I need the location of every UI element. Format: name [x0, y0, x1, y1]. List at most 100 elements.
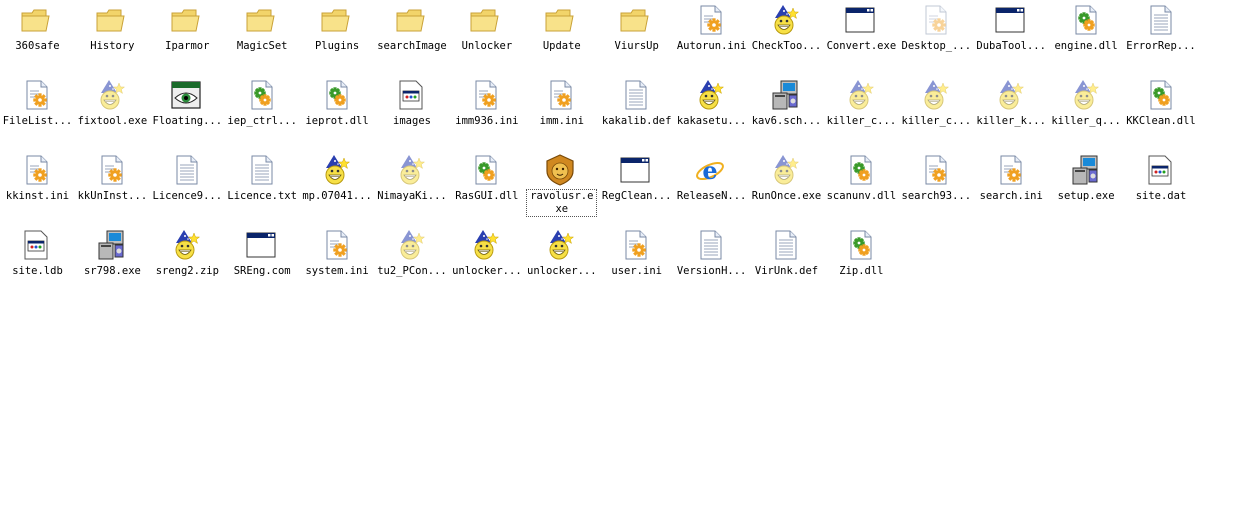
file-item[interactable]: mp.07041...: [300, 154, 375, 224]
file-item[interactable]: search93...: [899, 154, 974, 224]
file-item-label: 360safe: [15, 40, 60, 52]
text-file-icon: [1144, 4, 1176, 36]
file-item-label: Convert.exe: [826, 40, 897, 52]
file-item[interactable]: RasGUI.dll: [449, 154, 524, 224]
file-item[interactable]: ravolusr.exe: [524, 154, 599, 224]
file-item[interactable]: Licence.txt: [225, 154, 300, 224]
file-item[interactable]: killer_k...: [974, 79, 1049, 149]
file-item[interactable]: kkUnInst...: [75, 154, 150, 224]
file-item[interactable]: 360safe: [0, 4, 75, 74]
file-item[interactable]: search.ini: [974, 154, 1049, 224]
file-item[interactable]: ErrorRep...: [1124, 4, 1199, 74]
file-item-label: Iparmor: [165, 40, 210, 52]
file-item[interactable]: Zip.dll: [824, 229, 899, 299]
file-item-label: scanunv.dll: [826, 190, 897, 202]
folder-icon: [619, 4, 651, 36]
settings-file-icon: [619, 229, 651, 261]
file-item[interactable]: kakalib.def: [599, 79, 674, 149]
file-item[interactable]: VirUnk.def: [749, 229, 824, 299]
file-item[interactable]: Licence9...: [150, 154, 225, 224]
file-item[interactable]: imm936.ini: [449, 79, 524, 149]
file-item[interactable]: killer_c...: [899, 79, 974, 149]
installer-icon: [1069, 154, 1101, 186]
dll-icon: [1069, 4, 1101, 36]
file-item[interactable]: KKClean.dll: [1124, 79, 1199, 149]
file-item[interactable]: DubaTool...: [974, 4, 1049, 74]
file-item[interactable]: kakasetu...: [674, 79, 749, 149]
file-item-label: setup.exe: [1057, 190, 1115, 202]
file-item-label: user.ini: [611, 265, 662, 277]
file-item[interactable]: Plugins: [300, 4, 375, 74]
file-item[interactable]: sreng2.zip: [150, 229, 225, 299]
file-item[interactable]: RunOnce.exe: [749, 154, 824, 224]
file-item-label: kakalib.def: [601, 115, 672, 127]
file-item[interactable]: imm.ini: [524, 79, 599, 149]
file-item[interactable]: kkinst.ini: [0, 154, 75, 224]
file-item-label: RegClean...: [601, 190, 672, 202]
wizard-icon: [694, 79, 726, 111]
file-item-label: mp.07041...: [302, 190, 372, 202]
file-item[interactable]: Convert.exe: [824, 4, 899, 74]
file-item[interactable]: Iparmor: [150, 4, 225, 74]
file-item[interactable]: unlocker...: [524, 229, 599, 299]
wizard-icon: [320, 154, 352, 186]
file-item[interactable]: system.ini: [300, 229, 375, 299]
file-item[interactable]: unlocker...: [449, 229, 524, 299]
wizard-faded-icon: [1069, 79, 1101, 111]
window-exe-icon: [245, 229, 277, 261]
folder-icon: [170, 4, 202, 36]
file-item[interactable]: Unlocker: [449, 4, 524, 74]
file-item[interactable]: kav6.sch...: [749, 79, 824, 149]
file-item-label: RasGUI.dll: [455, 190, 519, 202]
file-item[interactable]: ieprot.dll: [300, 79, 375, 149]
file-item[interactable]: VersionH...: [674, 229, 749, 299]
file-item-label: killer_q...: [1051, 115, 1121, 127]
file-item-label: kakasetu...: [676, 115, 747, 127]
data-file-icon: [20, 229, 52, 261]
file-item[interactable]: History: [75, 4, 150, 74]
file-item-label: iep_ctrl...: [227, 115, 297, 127]
file-item[interactable]: MagicSet: [225, 4, 300, 74]
file-item[interactable]: Update: [524, 4, 599, 74]
file-item[interactable]: NimayaKi...: [375, 154, 450, 224]
file-item-label: CheckToo...: [751, 40, 822, 52]
file-item[interactable]: SREng.com: [225, 229, 300, 299]
file-item[interactable]: engine.dll: [1049, 4, 1124, 74]
file-item[interactable]: killer_q...: [1049, 79, 1124, 149]
file-item[interactable]: tu2_PCon...: [375, 229, 450, 299]
file-item-label: ReleaseN...: [676, 190, 747, 202]
file-item[interactable]: setup.exe: [1049, 154, 1124, 224]
file-item-label: History: [90, 40, 135, 52]
file-item[interactable]: Floating...: [150, 79, 225, 149]
file-item[interactable]: e ReleaseN...: [674, 154, 749, 224]
file-item[interactable]: sr798.exe: [75, 229, 150, 299]
file-item[interactable]: images: [375, 79, 450, 149]
file-item-label: search.ini: [979, 190, 1043, 202]
file-item[interactable]: user.ini: [599, 229, 674, 299]
file-item[interactable]: fixtool.exe: [75, 79, 150, 149]
file-item-label: Zip.dll: [839, 265, 884, 277]
file-icon-view[interactable]: 360safe History Iparmor MagicSet Plugins sear…: [0, 0, 1240, 510]
folder-icon: [320, 4, 352, 36]
file-item-label: site.dat: [1135, 190, 1187, 202]
settings-file-icon: [919, 154, 951, 186]
file-item[interactable]: RegClean...: [599, 154, 674, 224]
settings-file-faded-icon: [919, 4, 951, 36]
file-item[interactable]: iep_ctrl...: [225, 79, 300, 149]
file-item-label: search93...: [901, 190, 972, 202]
file-item[interactable]: Desktop_...: [899, 4, 974, 74]
settings-file-icon: [20, 154, 52, 186]
file-item[interactable]: Autorun.ini: [674, 4, 749, 74]
file-item[interactable]: FileList...: [0, 79, 75, 149]
file-item[interactable]: site.ldb: [0, 229, 75, 299]
file-item[interactable]: ViursUp: [599, 4, 674, 74]
file-item[interactable]: CheckToo...: [749, 4, 824, 74]
file-item[interactable]: killer_c...: [824, 79, 899, 149]
file-item[interactable]: searchImage: [375, 4, 450, 74]
file-item-label: VersionH...: [676, 265, 747, 277]
settings-file-icon: [20, 79, 52, 111]
file-item[interactable]: site.dat: [1124, 154, 1199, 224]
file-item-label: Unlocker: [461, 40, 513, 52]
file-item[interactable]: scanunv.dll: [824, 154, 899, 224]
wizard-faded-icon: [395, 229, 427, 261]
